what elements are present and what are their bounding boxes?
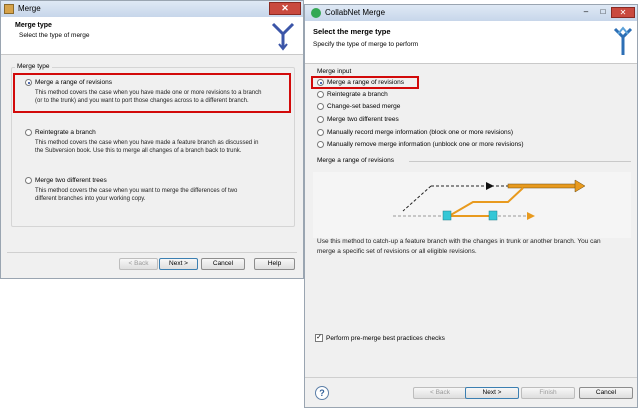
merge-description: Use this method to catch-up a feature br… [317,237,601,257]
help-icon[interactable]: ? [315,386,329,400]
highlight-box [13,73,291,113]
wizard-header: Merge type Select the type of merge [1,17,303,55]
merge-arrows-icon [613,26,633,55]
section-divider [409,161,631,162]
option-remove-merge[interactable]: Manually remove merge information (unblo… [317,141,524,148]
desc-line: the Subversion book. Use this to merge a… [35,148,242,154]
orange-arrow-top [574,179,586,193]
close-button[interactable]: ✕ [611,7,635,18]
revision-marker [442,210,452,221]
cancel-button[interactable]: Cancel [579,387,633,399]
trunk-highlight [507,183,577,189]
title-bar: CollabNet Merge – □ ✕ [305,5,637,21]
option-label: Change-set based merge [327,103,401,110]
merge-dialog: Merge ✕ Merge type Select the type of me… [0,0,304,279]
page-title: Select the merge type [313,27,391,36]
option-description: This method covers the case when you wan… [35,187,237,203]
option-label: Merge two different trees [35,177,107,184]
app-icon [4,4,14,14]
merge-diagram-panel [313,172,631,238]
checkbox-label: Perform pre-merge best practices checks [326,334,445,342]
group-label: Merge type [15,63,52,70]
help-button[interactable]: Help [254,258,295,270]
title-bar: Merge ✕ [1,1,303,17]
merge-path [448,187,524,217]
wizard-header: Select the merge type Specify the type o… [305,21,637,64]
radio-unselected[interactable] [317,141,324,148]
collabnet-logo-icon [311,8,321,18]
section-label: Merge a range of revisions [317,157,394,164]
minimize-button[interactable]: – [577,7,595,18]
orange-arrow-bottom [527,212,535,220]
back-button[interactable]: < Back [413,387,467,399]
checkbox-checked[interactable]: ✓ [315,334,323,342]
desc-line: merge a specific set of revisions or all… [317,248,477,255]
window-title: CollabNet Merge [325,8,386,17]
group-label: Merge input [317,68,352,75]
radio-unselected[interactable] [317,129,324,136]
next-button[interactable]: Next > [159,258,198,270]
footer-separator [305,377,637,378]
footer-separator [7,252,297,253]
highlight-box [311,76,419,89]
page-subtitle: Specify the type of merge to perform [313,41,419,48]
radio-unselected[interactable] [25,129,32,136]
desc-line: This method covers the case when you hav… [35,140,259,146]
radio-unselected[interactable] [317,116,324,123]
merge-arrows-icon [271,22,295,51]
back-button[interactable]: < Back [119,258,158,270]
maximize-button[interactable]: □ [595,7,611,18]
window-title: Merge [18,4,41,13]
page-subtitle: Select the type of merge [19,32,90,39]
page-title: Merge type [15,22,52,29]
option-record-merge[interactable]: Manually record merge information (block… [317,129,513,136]
option-description: This method covers the case when you hav… [35,139,258,155]
option-label: Manually remove merge information (unblo… [327,141,524,148]
option-label: Reintegrate a branch [35,129,96,136]
option-label: Manually record merge information (block… [327,129,514,136]
option-changeset[interactable]: Change-set based merge [317,103,400,110]
option-reintegrate[interactable]: Reintegrate a branch [25,129,96,136]
desc-line: different branches into your working cop… [35,196,146,202]
finish-button[interactable]: Finish [521,387,575,399]
next-button[interactable]: Next > [465,387,519,399]
cancel-button[interactable]: Cancel [201,258,245,270]
merge-range-diagram [393,179,586,221]
branch-diagonal [402,185,432,212]
option-label: Reintegrate a branch [327,91,388,98]
radio-unselected[interactable] [25,177,32,184]
close-button[interactable]: ✕ [269,2,301,15]
radio-unselected[interactable] [317,91,324,98]
option-two-trees[interactable]: Merge two different trees [317,116,399,123]
collabnet-merge-dialog: CollabNet Merge – □ ✕ Select the merge t… [304,4,638,408]
pre-merge-checks-checkbox[interactable]: ✓ Perform pre-merge best practices check… [315,334,445,342]
option-label: Merge two different trees [327,116,399,123]
revision-marker [488,210,498,221]
desc-line: Use this method to catch-up a feature br… [317,238,601,245]
trunk-arrow [486,182,494,190]
radio-unselected[interactable] [317,103,324,110]
option-two-trees[interactable]: Merge two different trees [25,177,107,184]
option-reintegrate[interactable]: Reintegrate a branch [317,91,388,98]
desc-line: This method covers the case when you wan… [35,188,238,194]
